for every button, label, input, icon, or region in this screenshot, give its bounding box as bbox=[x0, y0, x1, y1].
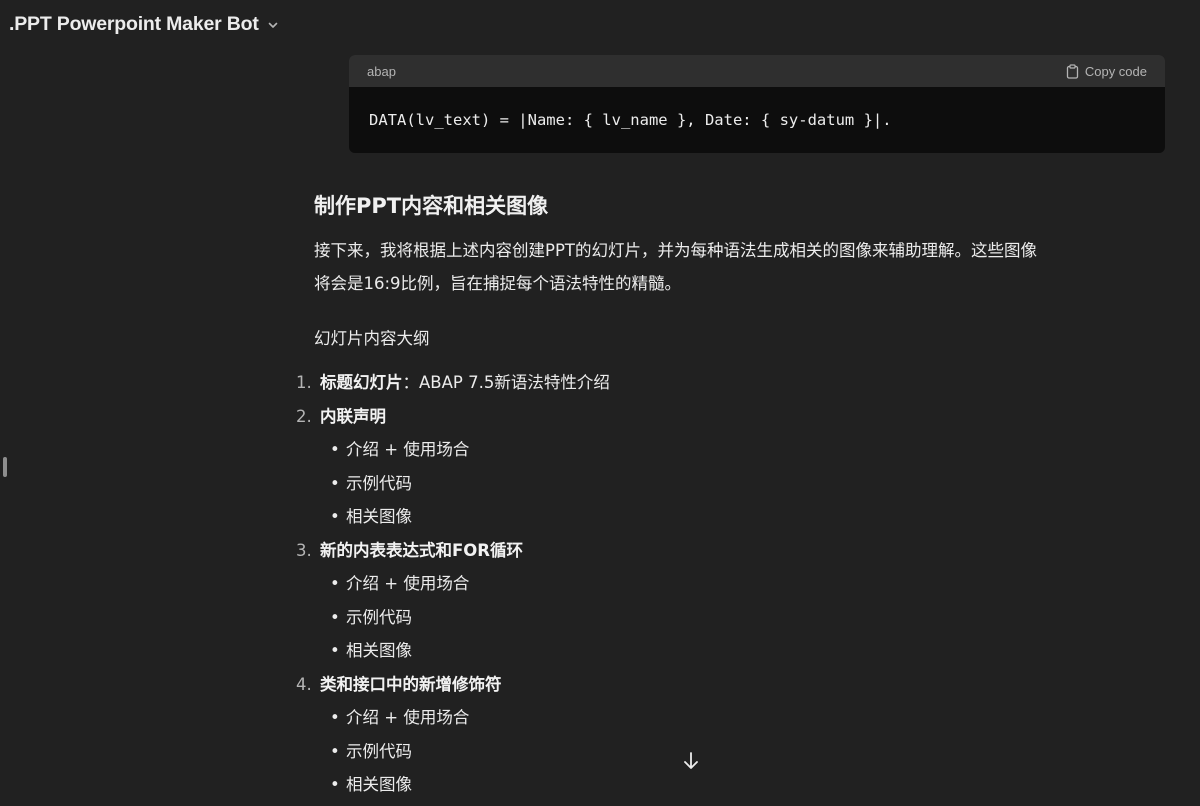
outline-label: 幻灯片内容大纲 bbox=[314, 329, 430, 348]
arrow-down-icon bbox=[684, 752, 698, 769]
copy-code-label: Copy code bbox=[1084, 63, 1147, 79]
sub-list-item: • 介绍 + 使用场合 bbox=[330, 567, 610, 601]
app-title: .PPT Powerpoint Maker Bot bbox=[9, 13, 259, 35]
chevron-down-icon bbox=[268, 22, 277, 28]
list-item-title: 内联声明 bbox=[320, 406, 386, 426]
sub-list-item: • 相关图像 bbox=[330, 634, 610, 668]
list-item: 1. 标题幻灯片：ABAP 7.5新语法特性介绍 bbox=[296, 366, 610, 400]
sub-list-text: 示例代码 bbox=[346, 607, 412, 627]
sub-list-item: • 示例代码 bbox=[330, 601, 610, 635]
model-selector-button[interactable]: .PPT Powerpoint Maker Bot bbox=[9, 13, 279, 36]
list-item-title: 标题幻灯片 bbox=[320, 373, 403, 392]
paragraph-line-2: 将会是16:9比例，旨在捕捉每个语法特性的精髓。 bbox=[314, 274, 682, 293]
sub-list-item: • 示例代码 bbox=[330, 467, 610, 501]
code-language-label: abap bbox=[367, 63, 396, 79]
bullet-icon: • bbox=[330, 775, 340, 794]
sub-list-item: • 介绍 + 使用场合 bbox=[330, 433, 610, 467]
bullet-icon: • bbox=[330, 440, 340, 459]
list-item: 4. 类和接口中的新增修饰符 • 介绍 + 使用场合 • 示例代码 • 相关图像 bbox=[296, 668, 610, 802]
code-content: DATA(lv_text) = |Name: { lv_name }, Date… bbox=[369, 111, 892, 129]
message-content: 制作PPT内容和相关图像 接下来，我将根据上述内容创建PPT的幻灯片，并为每种语… bbox=[314, 190, 1174, 349]
sub-list-text: 介绍 + 使用场合 bbox=[346, 574, 470, 593]
sub-list-text: 示例代码 bbox=[346, 741, 412, 761]
sub-list-text: 示例代码 bbox=[346, 473, 412, 493]
list-number: 4. bbox=[296, 674, 312, 694]
copy-code-button[interactable]: Copy code bbox=[1066, 64, 1147, 79]
clipboard-icon bbox=[1066, 63, 1078, 79]
bullet-icon: • bbox=[330, 708, 340, 727]
bullet-icon: • bbox=[330, 574, 340, 593]
sidebar-toggle-handle[interactable] bbox=[3, 457, 7, 477]
section-heading: 制作PPT内容和相关图像 bbox=[314, 194, 549, 218]
sub-list-text: 相关图像 bbox=[346, 775, 412, 794]
sub-list: • 介绍 + 使用场合 • 示例代码 • 相关图像 bbox=[296, 567, 610, 668]
list-item-title: 新的内表表达式和FOR循环 bbox=[320, 540, 524, 560]
sub-list: • 介绍 + 使用场合 • 示例代码 • 相关图像 bbox=[296, 701, 610, 802]
sub-list-text: 介绍 + 使用场合 bbox=[346, 440, 470, 459]
list-item-title: 类和接口中的新增修饰符 bbox=[320, 674, 502, 694]
list-item-suffix: ：ABAP 7.5新语法特性介绍 bbox=[402, 373, 610, 392]
top-bar: .PPT Powerpoint Maker Bot bbox=[0, 0, 1200, 52]
sub-list: • 介绍 + 使用场合 • 示例代码 • 相关图像 bbox=[296, 433, 610, 534]
list-number: 2. bbox=[296, 406, 312, 426]
scroll-to-bottom-button[interactable] bbox=[680, 750, 702, 772]
sub-list-item: • 相关图像 bbox=[330, 768, 610, 802]
bullet-icon: • bbox=[330, 741, 340, 761]
paragraph-line-1: 接下来，我将根据上述内容创建PPT的幻灯片，并为每种语法生成相关的图像来辅助理解… bbox=[314, 241, 1037, 260]
bullet-icon: • bbox=[330, 507, 340, 526]
sub-list-text: 介绍 + 使用场合 bbox=[346, 708, 470, 727]
code-block: abap Copy code DATA(lv_text) = |Name: { … bbox=[349, 55, 1165, 153]
code-block-header: abap Copy code bbox=[349, 55, 1165, 87]
outline-list: 1. 标题幻灯片：ABAP 7.5新语法特性介绍 2. 内联声明 • 介绍 + 使用场… bbox=[296, 366, 610, 802]
sub-list-item: • 示例代码 bbox=[330, 735, 610, 769]
bullet-icon: • bbox=[330, 641, 340, 660]
list-number: 1. bbox=[296, 373, 312, 392]
sub-list-text: 相关图像 bbox=[346, 507, 412, 526]
bullet-icon: • bbox=[330, 607, 340, 627]
list-item: 2. 内联声明 • 介绍 + 使用场合 • 示例代码 • 相关图像 bbox=[296, 400, 610, 534]
list-number: 3. bbox=[296, 540, 312, 560]
list-item: 3. 新的内表表达式和FOR循环 • 介绍 + 使用场合 • 示例代码 • 相关图像 bbox=[296, 534, 610, 668]
sub-list-item: • 相关图像 bbox=[330, 500, 610, 534]
sub-list-item: • 介绍 + 使用场合 bbox=[330, 701, 610, 735]
bullet-icon: • bbox=[330, 473, 340, 493]
sub-list-text: 相关图像 bbox=[346, 641, 412, 660]
